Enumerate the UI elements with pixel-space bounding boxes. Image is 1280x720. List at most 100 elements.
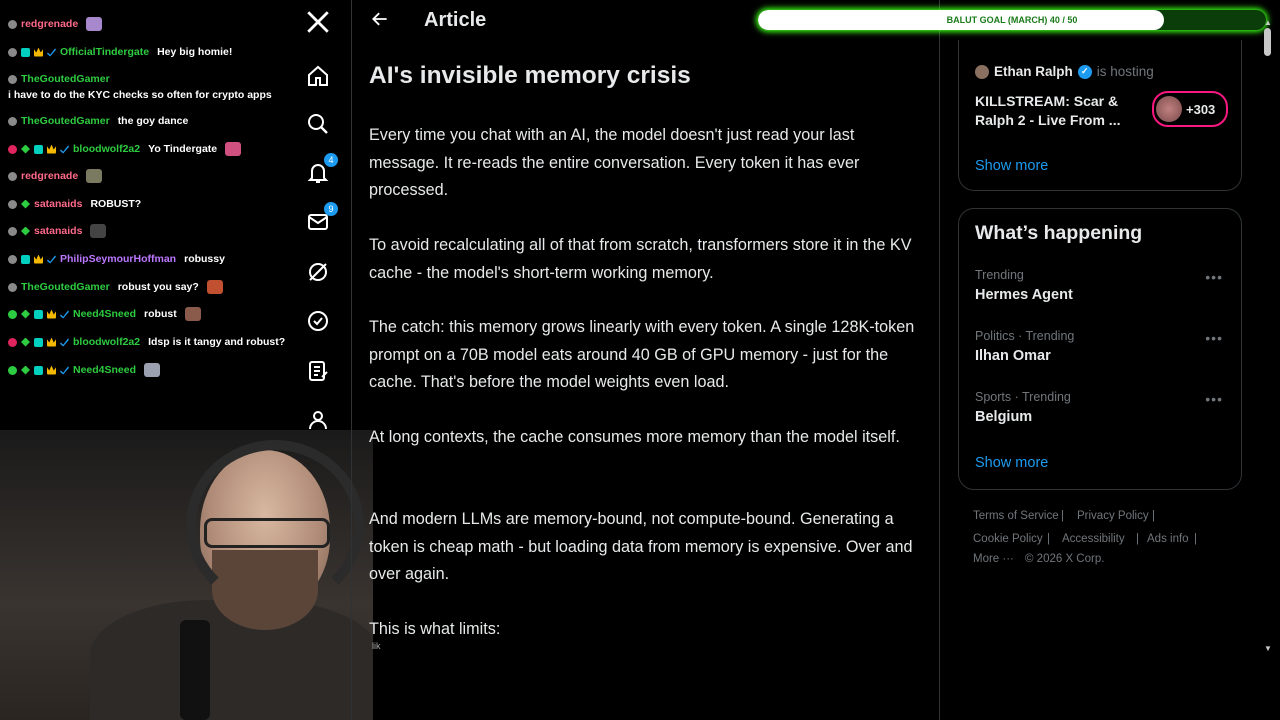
- footer-separator: |: [1047, 533, 1050, 545]
- listener-avatar: [1156, 96, 1182, 122]
- chat-message: TheGoutedGamer robust you say?: [8, 279, 223, 295]
- trend-name[interactable]: Belgium: [975, 409, 1032, 425]
- chat-username[interactable]: TheGoutedGamer: [21, 115, 110, 127]
- ads-info-link[interactable]: Ads info: [1147, 533, 1189, 545]
- article-paragraph: At long contexts, the cache consumes mor…: [369, 428, 900, 446]
- chat-message: satanaids ROBUST?: [8, 196, 141, 212]
- left-nav: 4 9: [296, 0, 350, 720]
- chat-text: ROBUST?: [90, 198, 142, 210]
- check-badge-icon: [47, 48, 56, 57]
- verified-badge-icon: ✓: [1077, 64, 1092, 79]
- red-badge-icon: [8, 144, 17, 154]
- copyright: © 2026 X Corp.: [1025, 553, 1105, 565]
- diamond-badge-icon: [21, 309, 30, 319]
- emote-icon: [144, 363, 161, 377]
- chat-username[interactable]: TheGoutedGamer: [21, 73, 110, 85]
- microphone: [180, 620, 210, 720]
- emote-icon: [206, 280, 223, 294]
- gray-badge-icon: [8, 199, 17, 209]
- space-title[interactable]: KILLSTREAM: Scar & Ralph 2 - Live From .…: [975, 92, 1145, 130]
- crown-badge-icon: [34, 47, 43, 57]
- chat-message: Need4Sneed robust: [8, 306, 201, 322]
- chat-text: Yo Tindergate: [148, 143, 218, 155]
- search-icon[interactable]: [304, 110, 332, 138]
- article-paragraph: Every time you chat with an AI, the mode…: [369, 126, 860, 199]
- article-paragraph: To avoid recalculating all of that from …: [369, 236, 912, 282]
- chat-message: TheGoutedGamer the goy dance: [8, 113, 188, 129]
- host-avatar: [975, 64, 989, 79]
- footer-separator: |: [1136, 533, 1139, 545]
- chat-text: robust you say?: [117, 281, 199, 293]
- crown-badge-icon: [47, 365, 56, 375]
- page-scrollbar[interactable]: ▲ ▼: [1262, 0, 1274, 660]
- chat-username[interactable]: OfficialTindergate: [60, 46, 149, 58]
- grok-icon[interactable]: [304, 258, 332, 286]
- scrollbar-thumb[interactable]: [1264, 28, 1271, 56]
- chat-text: the goy dance: [117, 115, 189, 127]
- gray-badge-icon: [8, 226, 17, 236]
- live-space-card[interactable]: Ethan Ralph ✓ is hosting KILLSTREAM: Sca…: [958, 40, 1242, 191]
- chat-username[interactable]: Need4Sneed: [73, 308, 136, 320]
- trend-meta: Politics · Trending: [975, 329, 1075, 343]
- articles-icon[interactable]: [304, 357, 332, 385]
- green-badge-icon: [8, 365, 17, 375]
- chat-username[interactable]: satanaids: [34, 225, 82, 237]
- listener-pill[interactable]: +303: [1152, 91, 1228, 127]
- cookie-link[interactable]: Cookie Policy: [973, 533, 1043, 545]
- check-badge-icon: [60, 310, 69, 319]
- scroll-down-arrow-icon[interactable]: ▼: [1262, 644, 1274, 654]
- chat-username[interactable]: redgrenade: [21, 18, 78, 30]
- chat-username[interactable]: redgrenade: [21, 170, 78, 182]
- chat-username[interactable]: PhilipSeymourHoffman: [60, 253, 176, 265]
- trend-name[interactable]: Hermes Agent: [975, 287, 1073, 303]
- privacy-link[interactable]: Privacy Policy: [1077, 510, 1149, 522]
- chat-username[interactable]: bloodwolf2a2: [73, 143, 140, 155]
- notifications-icon[interactable]: 4: [304, 153, 338, 187]
- stream-goal-bar: BALUT GOAL (MARCH) 40 / 50: [758, 10, 1266, 30]
- footer-separator: |: [1061, 510, 1064, 522]
- page-title: Article: [424, 9, 487, 31]
- space-show-more-link[interactable]: Show more: [975, 158, 1048, 174]
- home-icon[interactable]: [304, 62, 332, 90]
- chat-message: satanaids: [8, 223, 107, 239]
- crown-badge-icon: [34, 254, 43, 264]
- check-badge-icon: [60, 338, 69, 347]
- gray-badge-icon: [8, 282, 17, 292]
- chat-username[interactable]: TheGoutedGamer: [21, 281, 110, 293]
- grid-badge-icon: [34, 365, 43, 375]
- profile-icon[interactable]: [304, 406, 332, 434]
- chat-username[interactable]: Need4Sneed: [73, 364, 136, 376]
- chat-username[interactable]: satanaids: [34, 198, 82, 210]
- x-logo-icon[interactable]: [304, 8, 332, 36]
- footer-separator: |: [1194, 533, 1197, 545]
- back-arrow-icon[interactable]: [370, 9, 392, 31]
- article-column: Article AI's invisible memory crisis Eve…: [351, 0, 940, 720]
- grid-badge-icon: [34, 144, 43, 154]
- chat-text: robust: [144, 308, 177, 320]
- listener-count: +303: [1186, 101, 1216, 117]
- emote-icon: [225, 142, 242, 156]
- check-badge-icon: [47, 255, 56, 264]
- gray-badge-icon: [8, 47, 17, 57]
- gray-badge-icon: [8, 19, 17, 29]
- more-link[interactable]: More ···: [973, 553, 1014, 565]
- diamond-badge-icon: [21, 226, 30, 236]
- article-paragraph: This is what limits:: [369, 620, 501, 638]
- chat-username[interactable]: bloodwolf2a2: [73, 336, 140, 348]
- more-options-icon[interactable]: •••: [1205, 269, 1223, 285]
- crown-badge-icon: [47, 337, 56, 347]
- more-options-icon[interactable]: •••: [1205, 391, 1223, 407]
- host-name: Ethan Ralph: [994, 64, 1073, 79]
- trend-name[interactable]: Ilhan Omar: [975, 348, 1051, 364]
- terms-link[interactable]: Terms of Service: [973, 510, 1059, 522]
- chat-text: i have to do the KYC checks so often for…: [8, 89, 272, 101]
- notifications-badge: 4: [324, 153, 338, 167]
- trends-show-more-link[interactable]: Show more: [975, 455, 1048, 471]
- messages-icon[interactable]: 9: [304, 202, 338, 236]
- diamond-badge-icon: [21, 337, 30, 347]
- accessibility-link[interactable]: Accessibility: [1062, 533, 1125, 545]
- hosting-label: is hosting: [1096, 64, 1154, 79]
- more-options-icon[interactable]: •••: [1205, 330, 1223, 346]
- grid-badge-icon: [21, 254, 30, 264]
- verified-icon[interactable]: [304, 307, 332, 335]
